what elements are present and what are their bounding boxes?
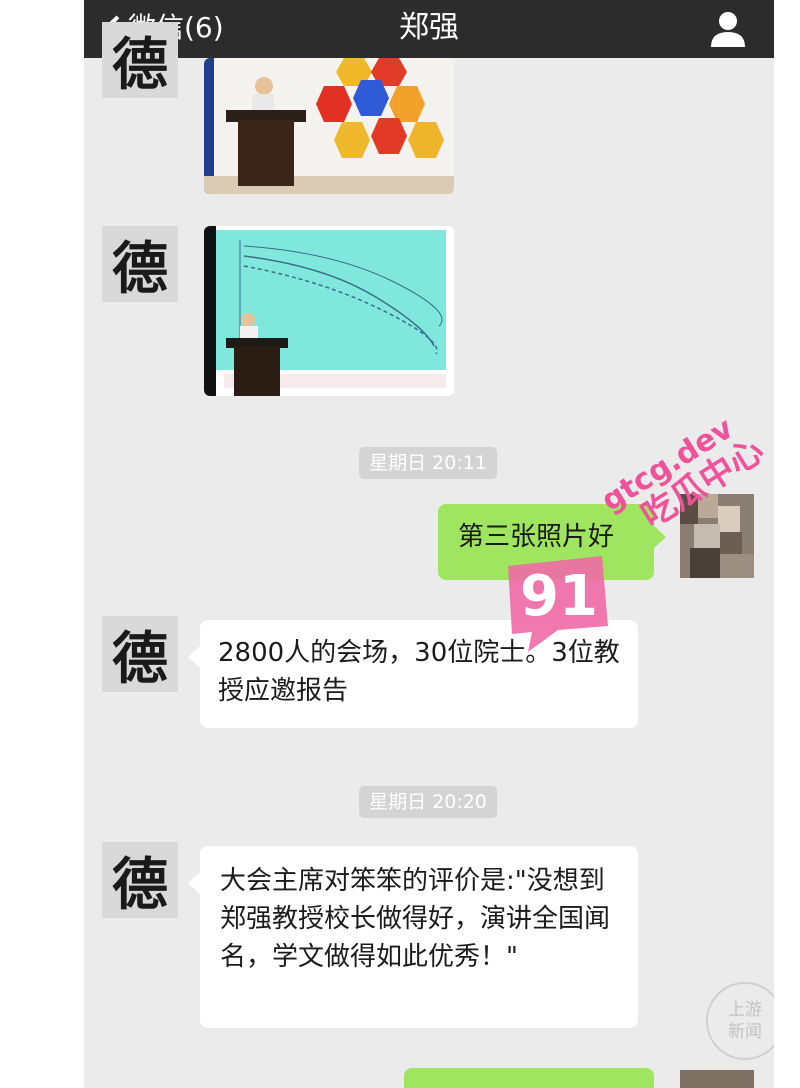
self-avatar[interactable] — [680, 494, 754, 578]
photo-hexagon-slide — [204, 58, 454, 194]
contact-avatar[interactable]: 德 — [102, 22, 178, 98]
timestamp: 星期日 20:20 — [359, 786, 497, 818]
contact-avatar-char: 德 — [112, 235, 168, 302]
contact-avatar-char: 德 — [112, 851, 168, 918]
image-message[interactable] — [204, 58, 454, 194]
photo-graph-slide — [204, 226, 454, 396]
message-text: 大会主席对笨笨的评价是:"没想到郑强教授校长做得好，演讲全国闻名，学文做得如此优… — [220, 866, 611, 972]
incoming-message[interactable]: 大会主席对笨笨的评价是:"没想到郑强教授校长做得好，演讲全国闻名，学文做得如此优… — [188, 846, 638, 1028]
chat-title: 郑强 — [399, 10, 459, 45]
timestamp: 星期日 20:11 — [359, 447, 497, 479]
self-avatar-image — [680, 494, 754, 578]
message-text: 第三张照片好 — [458, 522, 615, 552]
contact-avatar-char: 德 — [112, 625, 168, 692]
contact-avatar-char: 德 — [112, 31, 168, 98]
image-message[interactable] — [204, 226, 454, 396]
contact-avatar[interactable]: 德 — [102, 226, 178, 302]
contact-avatar[interactable]: 德 — [102, 616, 178, 692]
corner-watermark-logo: 上游新闻 — [706, 982, 774, 1060]
contact-info-icon[interactable] — [708, 8, 748, 48]
message-text: 2800人的会场，30位院士。3位教授应邀报告 — [218, 638, 620, 706]
nav-bar: 微信(6) 郑强 — [84, 0, 774, 58]
chat-screen: 微信(6) 郑强 德 德 — [84, 0, 774, 1088]
self-avatar-partial[interactable] — [680, 1070, 754, 1088]
contact-avatar[interactable]: 德 — [102, 842, 178, 918]
outgoing-message[interactable]: 第三张照片好 — [438, 504, 666, 580]
incoming-message[interactable]: 2800人的会场，30位院士。3位教授应邀报告 — [188, 620, 638, 728]
corner-watermark-text: 上游新闻 — [728, 1000, 762, 1042]
outgoing-message-partial[interactable] — [404, 1068, 654, 1088]
